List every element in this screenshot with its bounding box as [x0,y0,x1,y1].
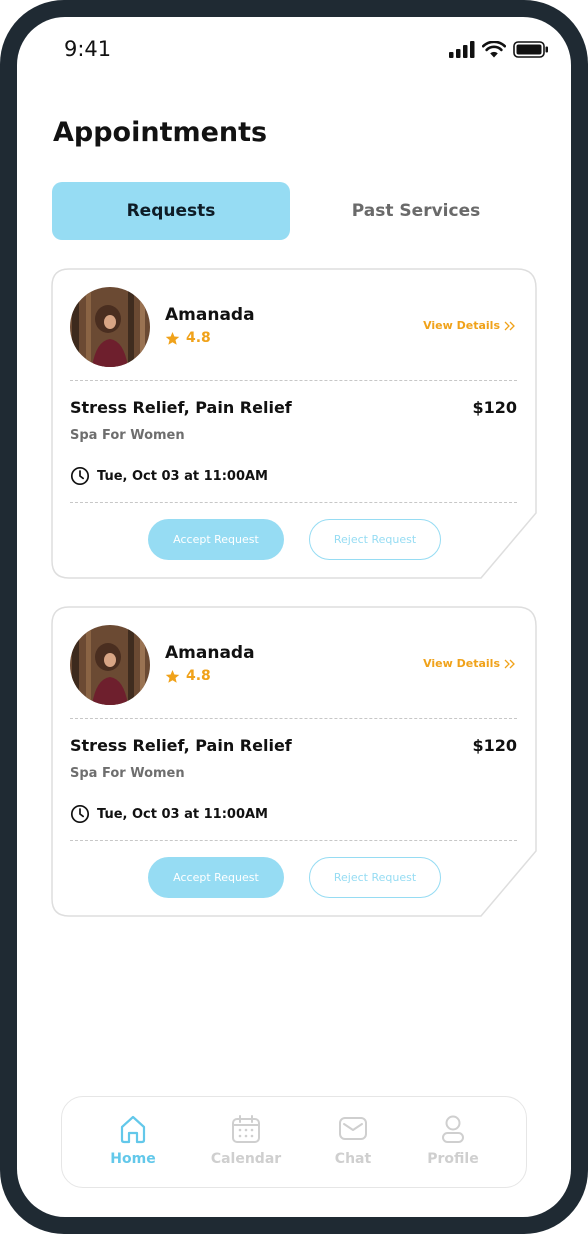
tab-requests[interactable]: Requests [52,182,290,240]
battery-icon [513,41,548,58]
clock-icon [70,466,90,486]
star-icon [165,331,180,345]
nav-profile-label: Profile [427,1151,479,1167]
datetime-text: Tue, Oct 03 at 11:00AM [97,468,268,484]
appointment-datetime: Tue, Oct 03 at 11:00AM [70,804,268,824]
page-title: Appointments [53,117,268,148]
price: $120 [472,736,517,755]
home-icon [120,1115,146,1144]
device-frame: 9:41 Appointments Requests Past Services… [0,0,588,1234]
screen: 9:41 Appointments Requests Past Services… [17,17,571,1217]
rating: 4.8 [165,668,211,684]
signal-icon [449,41,475,58]
view-details-link[interactable]: View Details [423,319,515,332]
view-details-label: View Details [423,319,500,332]
nav-calendar-label: Calendar [210,1151,282,1167]
divider [70,380,517,381]
bottom-nav: Home Calendar Chat Profile [61,1096,527,1188]
client-name: Amanada [165,305,255,325]
rating-value: 4.8 [186,330,211,346]
service-category: Spa For Women [70,766,185,781]
appointment-datetime: Tue, Oct 03 at 11:00AM [70,466,268,486]
service-category: Spa For Women [70,428,185,443]
avatar [70,287,150,367]
chat-icon [339,1117,367,1140]
nav-chat-label: Chat [334,1151,372,1167]
accept-request-button[interactable]: Accept Request [148,857,284,898]
service-name: Stress Relief, Pain Relief [70,398,292,417]
nav-home-label: Home [110,1151,156,1167]
client-name: Amanada [165,643,255,663]
rating-value: 4.8 [186,668,211,684]
reject-request-button[interactable]: Reject Request [309,519,441,560]
accept-request-button[interactable]: Accept Request [148,519,284,560]
view-details-label: View Details [423,657,500,670]
wifi-icon [482,41,506,58]
avatar [70,625,150,705]
tab-past-services[interactable]: Past Services [307,182,525,240]
nav-chat[interactable]: Chat [308,1113,398,1167]
divider [70,502,517,503]
datetime-text: Tue, Oct 03 at 11:00AM [97,806,268,822]
double-chevron-right-icon [504,321,515,330]
rating: 4.8 [165,330,211,346]
reject-request-button[interactable]: Reject Request [309,857,441,898]
clock-icon [70,804,90,824]
double-chevron-right-icon [504,659,515,668]
service-name: Stress Relief, Pain Relief [70,736,292,755]
divider [70,840,517,841]
nav-calendar[interactable]: Calendar [201,1113,291,1167]
nav-profile[interactable]: Profile [408,1113,498,1167]
calendar-icon [232,1115,260,1143]
status-icons [449,41,549,58]
appointment-card: Amanada 4.8 View Details Stress Relief, … [51,268,537,580]
status-time: 9:41 [64,37,112,61]
price: $120 [472,398,517,417]
appointment-card: Amanada 4.8 View Details Stress Relief, … [51,606,537,918]
view-details-link[interactable]: View Details [423,657,515,670]
status-bar: 9:41 [17,17,571,87]
nav-home[interactable]: Home [88,1113,178,1167]
divider [70,718,517,719]
profile-icon [442,1115,464,1143]
star-icon [165,669,180,683]
